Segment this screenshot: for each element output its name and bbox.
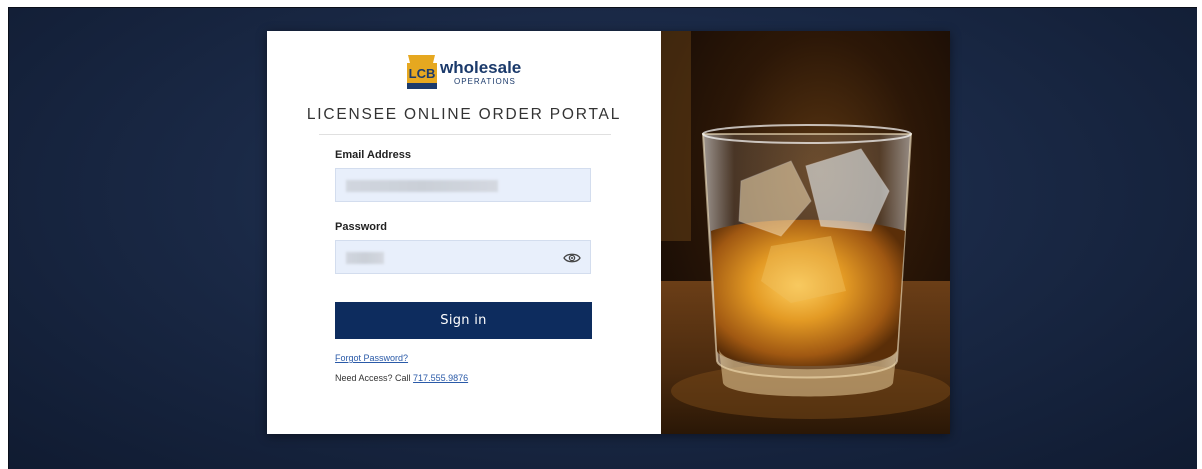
eye-icon[interactable] [563, 250, 581, 264]
need-access-prefix: Need Access? Call [335, 373, 414, 383]
lcb-logo: LCB wholesale OPERATIONS [407, 53, 527, 91]
password-label: Password [335, 221, 387, 233]
email-field[interactable] [335, 168, 591, 202]
portal-title: LICENSEE ONLINE ORDER PORTAL [306, 106, 622, 123]
password-value-redacted [346, 252, 384, 264]
whiskey-glass-photo [661, 31, 950, 434]
login-card: LCB wholesale OPERATIONS LICENSEE ONLINE… [267, 31, 950, 434]
login-panel: LCB wholesale OPERATIONS LICENSEE ONLINE… [267, 31, 661, 434]
keystone-logo-icon: LCB wholesale OPERATIONS [407, 55, 521, 89]
need-access-text: Need Access? Call 717.555.9876 [335, 373, 468, 383]
page-background: LCB wholesale OPERATIONS LICENSEE ONLINE… [8, 7, 1197, 469]
logo-mark-text: LCB [409, 66, 436, 81]
forgot-password-link[interactable]: Forgot Password? [335, 353, 408, 363]
logo-tagline: OPERATIONS [454, 77, 516, 86]
logo-wordmark: wholesale [439, 58, 521, 77]
sign-in-button[interactable]: Sign in [335, 302, 592, 339]
email-label: Email Address [335, 149, 412, 161]
phone-link[interactable]: 717.555.9876 [413, 373, 468, 383]
email-value-redacted [346, 180, 498, 192]
title-divider [319, 134, 611, 135]
password-field[interactable] [335, 240, 591, 274]
